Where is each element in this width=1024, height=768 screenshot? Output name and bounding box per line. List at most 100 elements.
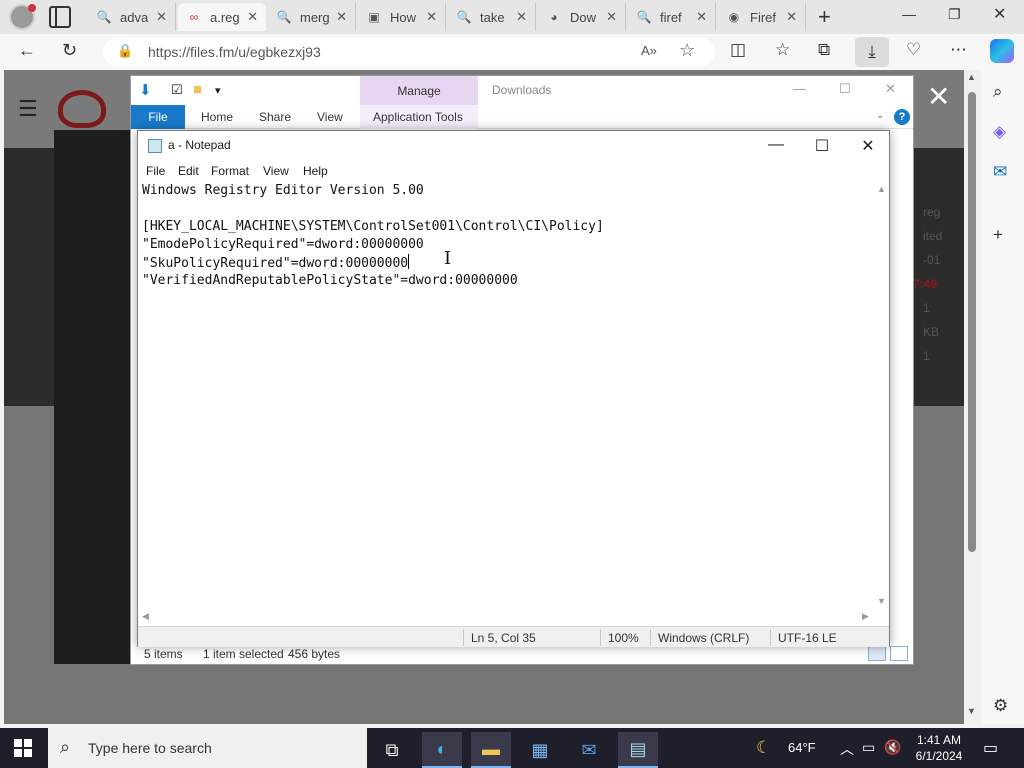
ribbon-tab-view[interactable]: View: [317, 110, 343, 124]
tray-chevron-icon[interactable]: ︿: [840, 739, 854, 759]
status-divider: [770, 629, 771, 646]
scroll-right-icon[interactable]: ▶: [862, 611, 869, 622]
volume-muted-icon[interactable]: 🔇: [884, 739, 901, 756]
explorer-minimize-button[interactable]: —: [793, 81, 806, 96]
minimize-button[interactable]: —: [902, 6, 916, 22]
sidebar-search-icon[interactable]: ⌕: [993, 82, 1003, 102]
back-button[interactable]: ←: [18, 40, 36, 61]
browser-tab[interactable]: ∞ a.reg ✕: [178, 3, 266, 31]
hamburger-menu-icon[interactable]: ☰: [18, 96, 38, 122]
taskbar-search[interactable]: ⌕ Type here to search: [48, 728, 367, 768]
notepad-text-area[interactable]: Windows Registry Editor Version 5.00 [HKE…: [142, 182, 875, 610]
close-tab-icon[interactable]: ✕: [336, 9, 347, 25]
close-tab-icon[interactable]: ✕: [606, 9, 617, 25]
scroll-left-icon[interactable]: ◀: [142, 611, 149, 622]
edge-taskbar-icon[interactable]: ◐: [422, 732, 462, 768]
help-icon[interactable]: ?: [894, 109, 910, 125]
scroll-up-icon[interactable]: ▲: [877, 184, 886, 194]
sidebar-settings-icon[interactable]: ⚙: [993, 696, 1008, 716]
scroll-down-icon[interactable]: ▼: [877, 596, 886, 606]
scroll-thumb[interactable]: [968, 92, 976, 552]
ribbon-expand-chevron-icon[interactable]: ⌄: [876, 110, 884, 121]
mail-taskbar-icon[interactable]: ✉: [569, 732, 609, 768]
browser-tab[interactable]: 🔍 adva ✕: [88, 3, 176, 31]
collections-icon[interactable]: ⧉: [818, 40, 830, 60]
menu-format[interactable]: Format: [211, 164, 249, 178]
downloads-icon[interactable]: ⤓: [855, 37, 889, 67]
notepad-vertical-scrollbar[interactable]: ▲ ▼: [875, 182, 889, 610]
favorites-icon[interactable]: ☆: [775, 40, 790, 60]
settings-more-icon[interactable]: ⋯: [950, 40, 967, 60]
task-view-icon[interactable]: ⧉: [372, 732, 412, 768]
notification-icon[interactable]: ▭: [983, 738, 998, 758]
notepad-menubar: File Edit Format View Help: [138, 161, 889, 181]
sidebar-add-icon[interactable]: +: [993, 225, 1003, 245]
close-preview-icon[interactable]: ✕: [927, 80, 950, 113]
quick-access-download-icon[interactable]: ⬇: [139, 81, 152, 99]
sidebar-outlook-icon[interactable]: ✉: [993, 162, 1007, 182]
notepad-horizontal-scrollbar[interactable]: ◀ ▶: [138, 610, 875, 624]
url-text[interactable]: https://files.fm/u/egbkezxj93: [148, 44, 321, 60]
ribbon-tab-share[interactable]: Share: [259, 110, 291, 124]
scroll-up-arrow[interactable]: ▲: [967, 72, 976, 82]
system-clock[interactable]: 1:41 AM 6/1/2024: [909, 732, 969, 764]
file-explorer-taskbar-icon[interactable]: ▬: [471, 732, 511, 768]
menu-view[interactable]: View: [263, 164, 289, 178]
browser-tab[interactable]: ◕ Dow ✕: [538, 3, 626, 31]
weather-moon-icon[interactable]: ☾: [756, 738, 771, 758]
network-icon[interactable]: ▭: [862, 739, 875, 756]
browser-tab[interactable]: 🔍 merg ✕: [268, 3, 356, 31]
ribbon-tab-application-tools[interactable]: Application Tools: [373, 110, 463, 124]
close-tab-icon[interactable]: ✕: [696, 9, 707, 25]
store-taskbar-icon[interactable]: ▦: [520, 732, 560, 768]
menu-edit[interactable]: Edit: [178, 164, 199, 178]
properties-icon[interactable]: ☑: [171, 82, 183, 98]
notepad-minimize-button[interactable]: —: [756, 136, 796, 154]
address-bar[interactable]: 🔒 https://files.fm/u/egbkezxj93 A» ☆: [103, 38, 715, 66]
start-button[interactable]: [14, 739, 32, 757]
explorer-maximize-button[interactable]: ☐: [839, 81, 851, 97]
close-tab-icon[interactable]: ✕: [156, 9, 167, 25]
clock-date: 6/1/2024: [915, 749, 963, 763]
browser-essentials-icon[interactable]: ♡: [906, 40, 921, 60]
close-tab-icon[interactable]: ✕: [247, 9, 258, 25]
close-browser-button[interactable]: ✕: [993, 4, 1006, 24]
temperature[interactable]: 64°F: [788, 740, 816, 755]
filesfm-icon: ∞: [189, 10, 199, 24]
notepad-close-button[interactable]: ✕: [848, 136, 888, 156]
text-line-content: "VerifiedAndReputablePolicyState"=dword:…: [142, 273, 518, 288]
close-tab-icon[interactable]: ✕: [786, 9, 797, 25]
favorite-star-icon[interactable]: ☆: [679, 40, 695, 61]
profile-avatar[interactable]: [9, 4, 36, 30]
file-info-value: 1: [923, 301, 930, 315]
browser-tab[interactable]: ◉ Firef ✕: [718, 3, 806, 31]
folder-icon[interactable]: ■: [193, 81, 202, 98]
file-info-value: KB: [923, 325, 940, 339]
close-tab-icon[interactable]: ✕: [426, 9, 437, 25]
details-view-icon[interactable]: [868, 646, 886, 661]
notepad-maximize-button[interactable]: ☐: [802, 136, 842, 156]
customize-qa-icon[interactable]: ▾: [215, 84, 221, 97]
close-tab-icon[interactable]: ✕: [516, 9, 527, 25]
copilot-icon[interactable]: [990, 39, 1014, 63]
ribbon-tab-home[interactable]: Home: [201, 110, 233, 124]
browser-tab[interactable]: 🔍 take ✕: [448, 3, 536, 31]
sidebar-copilot-icon[interactable]: ◈: [993, 122, 1006, 142]
browser-tab[interactable]: ▣ How ✕: [358, 3, 446, 31]
new-tab-button[interactable]: +: [818, 4, 831, 30]
restore-button[interactable]: ❐: [948, 6, 961, 23]
split-screen-icon[interactable]: ◫: [730, 40, 746, 60]
menu-help[interactable]: Help: [303, 164, 328, 178]
tab-actions-icon[interactable]: [49, 6, 71, 28]
notepad-taskbar-icon[interactable]: ▤: [618, 732, 658, 768]
page-scrollbar[interactable]: ▲ ▼: [964, 70, 981, 724]
manage-tab-header[interactable]: Manage: [360, 76, 478, 105]
explorer-close-button[interactable]: ✕: [885, 81, 896, 97]
ribbon-tab-file[interactable]: File: [131, 105, 185, 129]
read-aloud-icon[interactable]: A»: [641, 43, 657, 58]
menu-file[interactable]: File: [146, 164, 165, 178]
browser-tab[interactable]: 🔍 firef ✕: [628, 3, 716, 31]
large-icons-view-icon[interactable]: [890, 646, 908, 661]
refresh-button[interactable]: ↻: [62, 40, 77, 61]
scroll-down-arrow[interactable]: ▼: [967, 706, 976, 716]
